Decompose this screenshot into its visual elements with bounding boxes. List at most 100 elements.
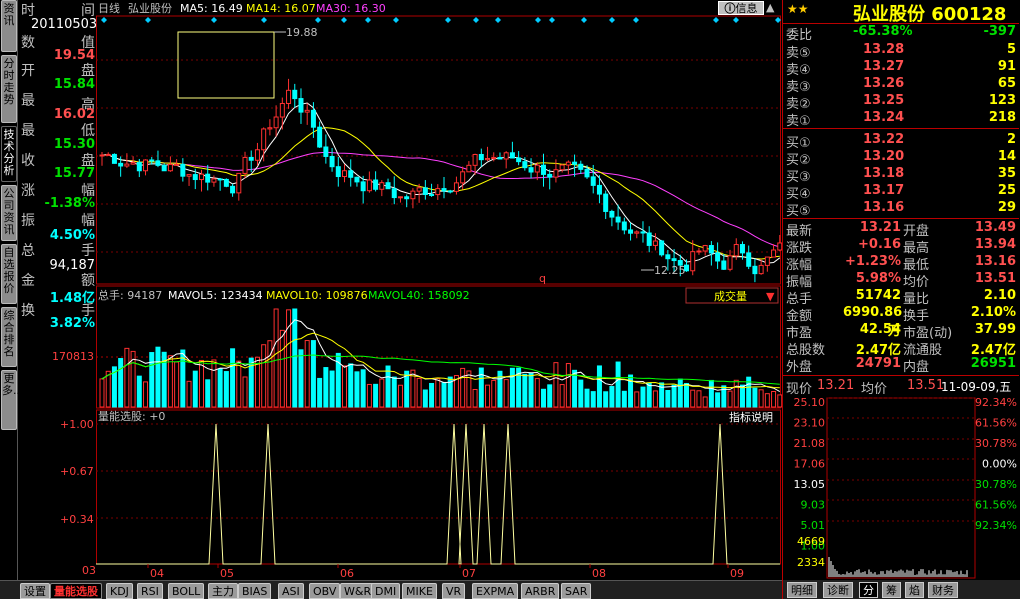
order-book-row: 卖② 13.25 123 — [783, 93, 1019, 112]
mini-right-tick: 30.78% — [975, 478, 1017, 491]
quote-tab-5[interactable]: 财务 — [928, 582, 958, 598]
quote-tab-3[interactable]: 筹 — [882, 582, 901, 598]
tab-company[interactable]: 公司资讯 — [1, 185, 17, 241]
candle-body — [690, 251, 696, 272]
candle-body — [696, 250, 702, 253]
candle-body — [118, 162, 124, 167]
tab-more[interactable]: 更多... — [1, 370, 24, 430]
x-tick-label: 08 — [592, 567, 606, 580]
info-chg: 15.77 — [53, 166, 95, 181]
quote-tab-4[interactable]: 焰 — [905, 582, 924, 598]
candle-body — [665, 254, 671, 260]
candle-body — [248, 156, 254, 161]
volume-bar — [540, 388, 546, 408]
candle-body — [435, 188, 441, 196]
divider — [783, 128, 1019, 129]
mini-right-tick: 61.56% — [975, 417, 1017, 430]
indicator-tabs-bar: 设置 量能选股 KDJ RSI BOLL 主力 BIAS ASI OBV W&R DMI MIKE VR… — [0, 580, 782, 599]
info-icon: ⓘ — [724, 2, 736, 15]
volume-bar — [267, 340, 273, 408]
tab-technical[interactable]: 技术分析 — [1, 126, 17, 182]
bottom-tab-kdj[interactable]: KDJ — [106, 583, 133, 599]
bottom-tab-[interactable]: 主力 — [208, 583, 238, 599]
tab-watchlist[interactable]: 自选报价 — [1, 244, 17, 304]
candle-body — [292, 89, 298, 100]
quote-tab-1[interactable]: 诊断 — [823, 582, 853, 598]
order-book-row: 买① 13.22 2 — [783, 132, 1019, 151]
volume-bar — [578, 379, 584, 408]
candle-body — [572, 161, 578, 165]
bottom-tab-mike[interactable]: MIKE — [402, 583, 437, 599]
quote-tab-2[interactable]: 分 — [859, 582, 878, 598]
tab-intraday[interactable]: 分时走势 — [1, 55, 17, 123]
candle-body — [223, 178, 229, 187]
main-chart-svg: 19.88 12.25 q 日线 弘业股份 MA5: 16.49 MA14: 1… — [96, 1, 782, 580]
volume-bar — [211, 359, 217, 408]
quote-panel: ★★ 弘业股份 600128 委比 -65.38% -397 卖⑤ 13.28 5 卖… — [782, 0, 1020, 599]
candle-body — [460, 171, 466, 184]
stat-value-2: 13.94 — [974, 237, 1016, 252]
bottom-tab-[interactable]: 设置 — [20, 583, 50, 599]
volume-bar — [509, 367, 515, 408]
tab-ranking[interactable]: 综合排名 — [1, 307, 17, 367]
candle-body — [261, 128, 267, 151]
candle-body — [752, 265, 758, 275]
candle-body — [628, 229, 634, 234]
star-icon[interactable]: ★★ — [787, 2, 809, 16]
candle-body — [167, 163, 173, 172]
collapse-arrow-icon[interactable]: ▲ — [766, 1, 774, 14]
volume-bar — [242, 376, 248, 408]
stat-value: 42.54 — [859, 322, 901, 337]
candle-body — [155, 160, 161, 166]
bottom-tab-asi[interactable]: ASI — [278, 583, 304, 599]
volume-bar — [397, 384, 403, 408]
bottom-tab-expma[interactable]: EXPMA — [472, 583, 519, 599]
info-button[interactable]: ⓘ信息 — [718, 1, 764, 15]
candle-body — [715, 252, 721, 262]
bottom-tab-dmi[interactable]: DMI — [371, 583, 401, 599]
candle-body — [422, 187, 428, 196]
candle-body — [391, 188, 397, 199]
volume-bar — [677, 378, 683, 408]
stat-value: +1.23% — [845, 254, 901, 269]
tab-news[interactable]: 资讯 — [1, 0, 17, 52]
dropdown-arrow-icon[interactable]: ▼ — [766, 290, 775, 303]
order-book-row: 买④ 13.17 25 — [783, 183, 1019, 202]
order-book-row: 卖④ 13.27 91 — [783, 59, 1019, 78]
bottom-tab-arbr[interactable]: ARBR — [521, 583, 560, 599]
volume-bar — [553, 362, 559, 408]
candle-body — [702, 245, 708, 252]
order-price: 13.17 — [863, 183, 905, 198]
now-label: 现价 — [786, 382, 813, 397]
candle-body — [161, 164, 167, 172]
stat-value: 24791 — [855, 356, 901, 371]
volume-bar — [528, 372, 534, 408]
bottom-tab-rsi[interactable]: RSI — [137, 583, 163, 599]
bottom-tab-wr[interactable]: W&R — [340, 583, 376, 599]
candle-body — [143, 159, 149, 172]
candle-body — [621, 221, 627, 231]
volume-bar — [292, 308, 298, 408]
volume-bar — [559, 384, 565, 408]
stat-value: 51742 — [855, 288, 901, 303]
period-label: 日线 — [98, 1, 120, 15]
order-volume: 29 — [997, 200, 1016, 215]
mini-left-tick: 23.10 — [794, 417, 826, 430]
volume-bar — [348, 363, 354, 408]
bottom-tab-obv[interactable]: OBV — [309, 583, 341, 599]
bottom-tab-bias[interactable]: BIAS — [238, 583, 272, 599]
volume-bar — [652, 390, 658, 408]
order-price: 13.25 — [863, 93, 905, 108]
bottom-tab-[interactable]: 量能选股 — [50, 583, 102, 599]
bottom-tab-vr[interactable]: VR — [442, 583, 466, 599]
order-price: 13.27 — [863, 59, 905, 74]
quote-tab-0[interactable]: 明细 — [787, 582, 817, 598]
order-price: 13.24 — [863, 110, 905, 125]
candle-body — [603, 193, 609, 212]
info-label: 开 — [21, 63, 35, 79]
volume-bar — [485, 384, 491, 408]
bottom-tab-boll[interactable]: BOLL — [168, 583, 205, 599]
bottom-tab-sar[interactable]: SAR — [561, 583, 592, 599]
volume-bar — [329, 370, 335, 408]
order-price: 13.18 — [863, 166, 905, 181]
